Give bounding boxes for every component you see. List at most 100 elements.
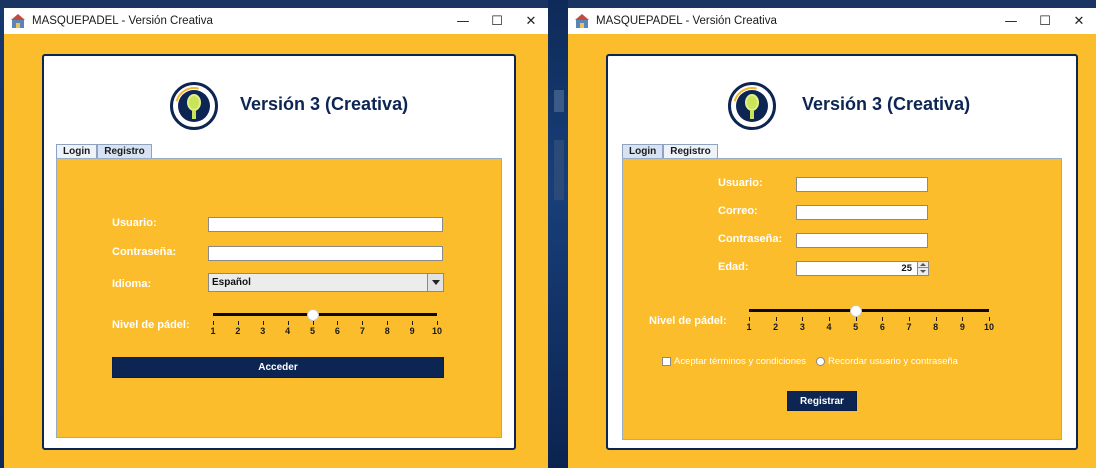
masquepadel-logo-icon [726,80,778,132]
nivel-label: Nivel de pádel: [112,319,190,331]
tab-registro[interactable]: Registro [663,144,718,158]
window-controls: — ☐ ✕ [446,8,548,34]
edad-spinner[interactable]: 25 [796,261,929,276]
slider-tick-label: 6 [334,326,340,336]
slider-tick [213,321,214,325]
page-title: Versión 3 (Creativa) [240,94,409,114]
slider-tick-label: 9 [959,322,965,332]
nivel-label: Nivel de pádel: [649,315,727,327]
slider-tick [882,317,884,321]
login-form: Usuario: Contraseña: Idioma: Español Niv… [56,158,502,438]
chevron-down-icon[interactable] [917,268,928,275]
minimize-button[interactable]: — [446,8,480,34]
login-window: MASQUEPADEL - Versión Creativa — ☐ ✕ Ver… [4,8,548,468]
correo-label: Correo: [718,205,758,217]
contrasena-label: Contraseña: [718,233,783,245]
slider-tick [935,317,937,321]
tab-bar: Login Registro [56,144,152,158]
app-icon [10,14,26,28]
tab-login[interactable]: Login [622,144,664,158]
edad-value: 25 [901,263,912,274]
window-title: MASQUEPADEL - Versión Creativa [32,15,213,27]
nivel-slider[interactable]: 1 2 3 4 5 6 7 8 9 10 [746,305,994,333]
app-icon [574,14,590,28]
usuario-label: Usuario: [718,177,763,189]
slider-tick-label: 3 [799,322,805,332]
registro-window: MASQUEPADEL - Versión Creativa — ☐ ✕ Ver… [568,8,1096,468]
slider-tick-label: 7 [906,322,912,332]
slider-tick-label: 8 [384,326,390,336]
idioma-select[interactable]: Español [208,273,444,292]
maximize-button[interactable]: ☐ [480,8,514,34]
slider-tick-label: 5 [310,326,316,336]
remember-radio[interactable] [816,357,826,366]
slider-tick-label: 9 [409,326,415,336]
slider-thumb[interactable] [849,305,862,317]
slider-tick [802,317,804,321]
usuario-input[interactable] [796,177,928,192]
slider-tick-label: 1 [210,326,216,336]
main-panel: Versión 3 (Creativa) Login Registro Usua… [606,54,1078,450]
tab-login[interactable]: Login [56,144,98,158]
tab-bar: Login Registro [622,144,718,158]
usuario-input[interactable] [208,217,443,232]
window-titlebar[interactable]: MASQUEPADEL - Versión Creativa — ☐ ✕ [568,8,1096,34]
slider-tick-label: 2 [235,326,241,336]
window-titlebar[interactable]: MASQUEPADEL - Versión Creativa — ☐ ✕ [4,8,548,34]
window-controls: — ☐ ✕ [994,8,1096,34]
correo-input[interactable] [796,205,928,220]
maximize-button[interactable]: ☐ [1028,8,1062,34]
page-title: Versión 3 (Creativa) [802,94,971,114]
slider-tick [775,317,777,321]
slider-tick-label: 6 [879,322,885,332]
slider-tick [412,321,414,325]
chevron-down-icon[interactable] [427,274,443,291]
slider-tick [855,317,857,321]
idioma-selected-value: Español [212,277,251,288]
background-window-fragment [554,140,564,200]
slider-tick [362,321,364,325]
slider-tick-label: 4 [826,322,832,332]
slider-tick [237,321,239,325]
registrar-button[interactable]: Registrar [787,391,857,411]
background-window-fragment [554,90,564,112]
masquepadel-logo-icon [168,80,220,132]
contrasena-input[interactable] [796,233,928,248]
slider-tick [387,321,389,325]
slider-tick [962,317,964,321]
terms-label[interactable]: Aceptar términos y condiciones [674,356,806,367]
slider-tick [262,321,264,325]
slider-thumb[interactable] [306,309,319,321]
tab-registro[interactable]: Registro [97,144,152,158]
contrasena-input[interactable] [208,246,443,261]
contrasena-label: Contraseña: [112,246,177,258]
window-title: MASQUEPADEL - Versión Creativa [596,15,777,27]
slider-tick-label: 3 [260,326,266,336]
registro-form: Usuario: Correo: Contraseña: Edad: 25 Ni… [622,158,1062,440]
slider-tick [989,317,990,321]
remember-label[interactable]: Recordar usuario y contraseña [828,356,958,367]
terms-checkbox[interactable] [662,357,671,366]
slider-tick [749,317,750,321]
close-button[interactable]: ✕ [1062,8,1096,34]
desktop-background [548,0,568,468]
slider-tick [312,321,314,325]
slider-tick-label: 5 [853,322,859,332]
close-button[interactable]: ✕ [514,8,548,34]
slider-tick-label: 10 [983,322,994,332]
slider-tick-label: 2 [773,322,779,332]
slider-tick-label: 7 [359,326,365,336]
slider-tick-label: 10 [431,326,442,336]
slider-tick-label: 8 [933,322,939,332]
slider-tick-label: 1 [746,322,752,332]
acceder-button[interactable]: Acceder [112,357,444,378]
minimize-button[interactable]: — [994,8,1028,34]
slider-track[interactable] [749,309,989,312]
usuario-label: Usuario: [112,217,157,229]
slider-tick [287,321,289,325]
slider-tick-label: 4 [285,326,291,336]
slider-track[interactable] [213,313,437,316]
slider-tick [909,317,910,321]
options-row: Aceptar términos y condiciones Recordar … [662,356,958,367]
nivel-slider[interactable]: 1 2 3 4 5 6 7 8 9 10 [210,309,442,337]
